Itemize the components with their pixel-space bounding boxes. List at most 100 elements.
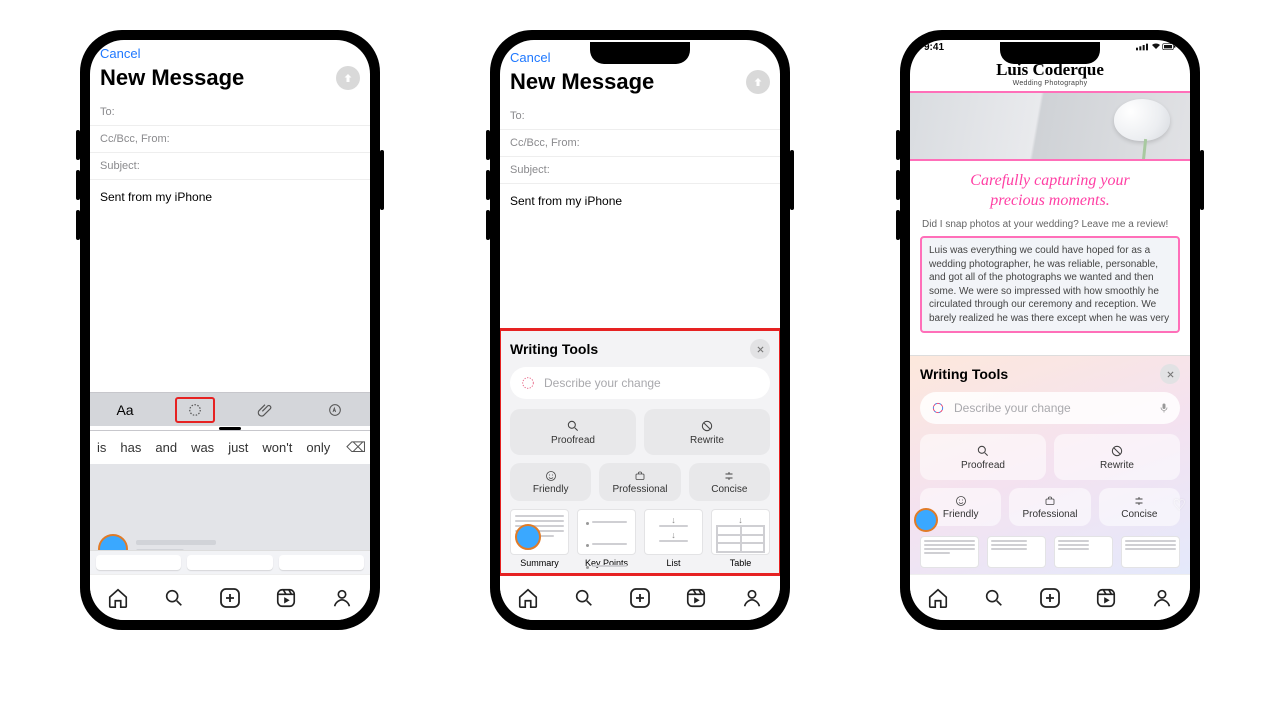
- suggestion-word[interactable]: and: [152, 440, 180, 455]
- keypoints-option[interactable]: [987, 536, 1046, 568]
- keyboard-area[interactable]: [90, 464, 370, 574]
- subject-field[interactable]: Subject:: [500, 157, 780, 184]
- arrow-up-icon: [752, 76, 764, 88]
- mail-body[interactable]: Sent from my iPhone: [90, 180, 370, 214]
- delete-key[interactable]: ⌫: [346, 439, 366, 456]
- screen-2: Cancel New Message To: Cc/Bcc, From: Sub…: [500, 40, 780, 620]
- describe-placeholder: Describe your change: [954, 401, 1071, 415]
- proofread-button[interactable]: Proofread: [920, 434, 1046, 480]
- phone-frame-2: Cancel New Message To: Cc/Bcc, From: Sub…: [490, 30, 790, 630]
- close-icon: [756, 345, 765, 354]
- mic-icon[interactable]: [1158, 402, 1170, 414]
- heart-icon[interactable]: ♡: [1173, 496, 1186, 514]
- search-icon: [163, 587, 185, 609]
- to-field[interactable]: To:: [90, 99, 370, 126]
- markup-icon: [327, 402, 343, 418]
- arrow-up-icon: [342, 72, 354, 84]
- rewrite-button[interactable]: Rewrite: [644, 409, 770, 455]
- markup-button[interactable]: [315, 397, 355, 423]
- concise-button[interactable]: Concise: [1099, 488, 1180, 526]
- cc-bcc-field[interactable]: Cc/Bcc, From:: [90, 126, 370, 153]
- cancel-button[interactable]: Cancel: [100, 46, 140, 61]
- suggestion-word[interactable]: was: [188, 440, 217, 455]
- magnifier-icon: [566, 419, 580, 433]
- phone-frame-1: Cancel New Message To: Cc/Bcc, From: Sub…: [80, 30, 380, 630]
- reels-tab[interactable]: [274, 586, 298, 610]
- concise-icon: [1133, 495, 1145, 507]
- page-title: New Message: [100, 65, 244, 91]
- list-option[interactable]: ↓ ↓ List: [644, 509, 703, 568]
- screen-1: Cancel New Message To: Cc/Bcc, From: Sub…: [90, 40, 370, 620]
- bouquet-graphic: [1106, 99, 1176, 157]
- concise-button[interactable]: Concise: [689, 463, 770, 501]
- create-tab[interactable]: [628, 586, 652, 610]
- proofread-button[interactable]: Proofread: [510, 409, 636, 455]
- friendly-button[interactable]: Friendly: [510, 463, 591, 501]
- search-tab[interactable]: [162, 586, 186, 610]
- professional-button[interactable]: Professional: [1009, 488, 1090, 526]
- send-button[interactable]: [746, 70, 770, 94]
- writing-tools-title: Writing Tools: [510, 341, 598, 357]
- professional-button[interactable]: Professional: [599, 463, 680, 501]
- bottom-nav: [500, 574, 780, 620]
- magnifier-icon: [976, 444, 990, 458]
- writing-tools-panel: ♡ Writing Tools Describe your change: [910, 355, 1190, 574]
- reels-tab[interactable]: [1094, 586, 1118, 610]
- to-field[interactable]: To:: [500, 103, 780, 130]
- suggestion-word[interactable]: won't: [259, 440, 295, 455]
- suggestion-word[interactable]: just: [225, 440, 251, 455]
- summary-option[interactable]: [920, 536, 979, 568]
- profile-tab[interactable]: [1150, 586, 1174, 610]
- profile-tab[interactable]: [330, 586, 354, 610]
- cursor-marker: [515, 524, 541, 550]
- writing-tools-button[interactable]: [175, 397, 215, 423]
- status-time: 9:41: [924, 42, 944, 58]
- create-tab[interactable]: [1038, 586, 1062, 610]
- rewrite-button[interactable]: Rewrite: [1054, 434, 1180, 480]
- person-icon: [1151, 587, 1173, 609]
- create-tab[interactable]: [218, 586, 242, 610]
- table-option[interactable]: [1121, 536, 1180, 568]
- paperclip-icon: [257, 402, 273, 418]
- home-tab[interactable]: [516, 586, 540, 610]
- plus-square-icon: [1038, 586, 1062, 610]
- phone-frame-3: 9:41 Luis Coderque Wedding Photography C…: [900, 30, 1200, 630]
- attach-button[interactable]: [245, 397, 285, 423]
- review-textarea[interactable]: Luis was everything we could have hoped …: [920, 236, 1180, 333]
- suggestion-word[interactable]: has: [117, 440, 144, 455]
- reels-icon: [1095, 587, 1117, 609]
- summary-option[interactable]: Summary: [510, 509, 569, 568]
- writing-tools-title: Writing Tools: [920, 366, 1008, 382]
- suggestion-word[interactable]: is: [94, 440, 109, 455]
- table-option[interactable]: ↓ Table: [711, 509, 770, 568]
- subject-field[interactable]: Subject:: [90, 153, 370, 180]
- quick-type-bar[interactable]: is has and was just won't only ⌫: [90, 430, 370, 464]
- keypoints-option[interactable]: Key Points: [577, 509, 636, 568]
- cc-bcc-field[interactable]: Cc/Bcc, From:: [500, 130, 780, 157]
- format-button[interactable]: Aa: [105, 397, 145, 423]
- search-tab[interactable]: [982, 586, 1006, 610]
- home-tab[interactable]: [926, 586, 950, 610]
- profile-tab[interactable]: [740, 586, 764, 610]
- reels-icon: [685, 587, 707, 609]
- describe-input[interactable]: Describe your change: [920, 392, 1180, 424]
- list-option[interactable]: [1054, 536, 1113, 568]
- search-tab[interactable]: [572, 586, 596, 610]
- home-tab[interactable]: [106, 586, 130, 610]
- search-icon: [983, 587, 1005, 609]
- friendly-button[interactable]: Friendly: [920, 488, 1001, 526]
- plus-square-icon: [628, 586, 652, 610]
- describe-input[interactable]: Describe your change: [510, 367, 770, 399]
- describe-placeholder: Describe your change: [544, 376, 661, 390]
- suggestion-word[interactable]: only: [303, 440, 333, 455]
- close-button[interactable]: [750, 339, 770, 359]
- cancel-button[interactable]: Cancel: [510, 50, 550, 65]
- home-icon: [927, 587, 949, 609]
- hero-tagline: Carefully capturing yourprecious moments…: [910, 161, 1190, 219]
- reels-icon: [275, 587, 297, 609]
- reels-tab[interactable]: [684, 586, 708, 610]
- send-button[interactable]: [336, 66, 360, 90]
- close-button[interactable]: [1160, 364, 1180, 384]
- mail-body[interactable]: Sent from my iPhone: [500, 184, 780, 218]
- cursor-marker: [914, 508, 938, 532]
